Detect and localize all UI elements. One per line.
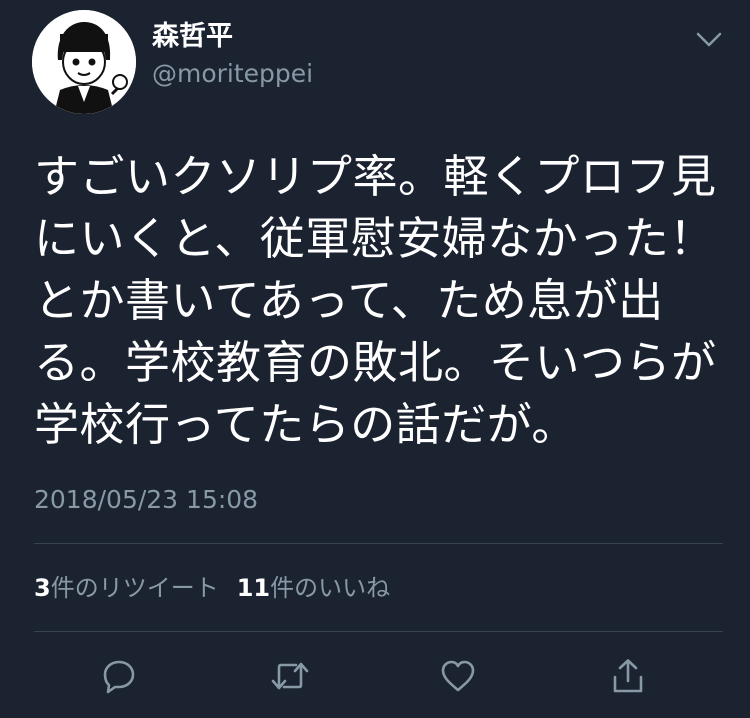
tweet-line: すごいクソリプ率。軽くプロフ見: [34, 150, 717, 203]
tweet-line: にいくと、従軍慰安婦なかった！: [34, 212, 715, 265]
chevron-down-icon[interactable]: [694, 24, 724, 54]
reply-icon: [103, 660, 135, 694]
retweet-count: 3: [34, 574, 51, 602]
user-handle[interactable]: @moriteppei: [152, 58, 313, 90]
display-name[interactable]: 森哲平: [152, 20, 233, 54]
retweet-button[interactable]: [270, 656, 310, 696]
retweet-icon: [271, 662, 309, 690]
reply-button[interactable]: [99, 656, 139, 696]
tweet-text: すごいクソリプ率。軽くプロフ見 にいくと、従軍慰安婦なかった！ とか書いてあって…: [34, 146, 717, 456]
engagement-stats: 3件のリツイート 11件のいいね: [34, 572, 390, 604]
share-button[interactable]: [608, 656, 648, 696]
share-icon: [613, 659, 643, 693]
divider: [34, 543, 723, 544]
tweet-line: 学校行ってたらの話だが。: [34, 398, 577, 451]
retweet-stat[interactable]: 3件のリツイート: [34, 574, 219, 602]
divider: [34, 631, 723, 632]
heart-icon: [441, 660, 475, 692]
like-count: 11: [236, 574, 271, 602]
like-label: 件のいいね: [270, 574, 391, 602]
tweet-line: る。学校教育の敗北。そいつらが: [34, 336, 717, 389]
avatar-illustration: [32, 10, 136, 114]
tweet-line: とか書いてあって、ため息が出: [34, 274, 664, 327]
like-stat[interactable]: 11件のいいね: [237, 574, 390, 602]
retweet-label: 件のリツイート: [50, 574, 219, 602]
tweet-timestamp[interactable]: 2018/05/23 15:08: [34, 484, 258, 516]
avatar[interactable]: [32, 10, 136, 114]
like-button[interactable]: [438, 656, 478, 696]
